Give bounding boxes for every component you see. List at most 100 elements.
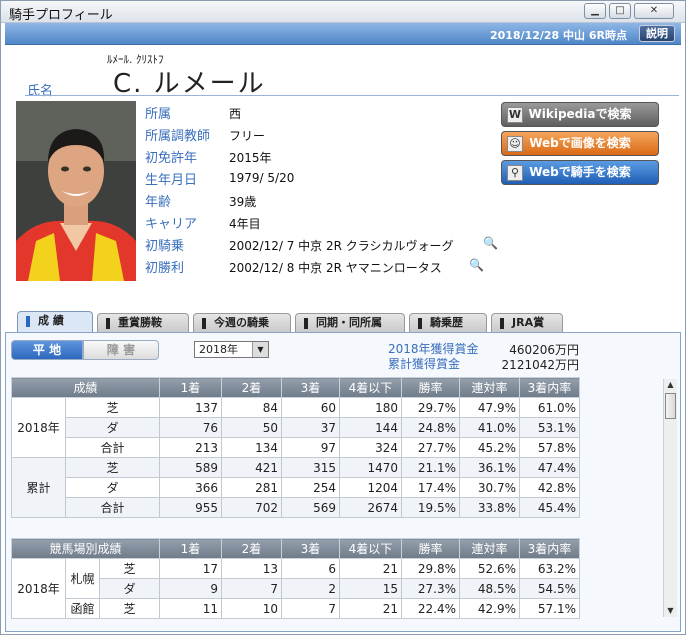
table-cell: 137 xyxy=(159,397,222,418)
table-cell: 9 xyxy=(159,578,222,599)
group-label: 2018年 xyxy=(11,397,66,458)
window-title: 騎手プロフィール xyxy=(9,8,113,23)
table-row: 2018年 芝 137 84 60 180 29.7% 47.9% 61.0% xyxy=(11,397,580,458)
flat-toggle[interactable]: 平 地 xyxy=(11,340,83,360)
col-header: 3着内率 xyxy=(519,538,580,559)
group-label: 累計 xyxy=(11,457,66,518)
table-cell: 芝 xyxy=(99,558,160,579)
col-header: 勝率 xyxy=(401,377,460,398)
jockey-photo xyxy=(16,101,136,281)
col-header: 4着以下 xyxy=(339,538,402,559)
table-row: ダ 76 50 37 144 24.8% 41.0% 53.1% xyxy=(12,417,580,438)
tab-jra-awards[interactable]: JRA賞 xyxy=(491,313,563,333)
info-bar: 2018/12/28 中山 6R時点 説明 xyxy=(5,23,681,45)
image-search-button[interactable]: ☺ Webで画像を検索 xyxy=(501,131,659,156)
tab-this-week-rides[interactable]: 今週の騎乗 xyxy=(193,313,291,333)
tab-bar: 成 績 重賞勝鞍 今週の騎乗 同期・同所属 騎乗歴 JRA賞 xyxy=(11,311,681,333)
maximize-button[interactable]: □ xyxy=(609,3,631,19)
close-button[interactable]: ✕ xyxy=(634,3,674,19)
table-cell: 29.7% xyxy=(401,397,460,418)
table-cell: 42.8% xyxy=(519,477,580,498)
col-header: 2着 xyxy=(221,538,282,559)
table-cell: 421 xyxy=(221,457,282,478)
table-cell: 6 xyxy=(281,558,340,579)
wikipedia-search-button[interactable]: W Wikipediaで検索 xyxy=(501,102,659,127)
wikipedia-icon: W xyxy=(507,107,523,123)
birthdate-value: 1979/ 5/20 xyxy=(229,171,295,185)
person-image-icon: ☺ xyxy=(507,136,523,152)
col-header: 4着以下 xyxy=(339,377,402,398)
table-cell: 21 xyxy=(339,598,402,619)
table-cell: 33.8% xyxy=(459,497,520,518)
table-cell: 芝 xyxy=(65,457,160,478)
table-cell: 11 xyxy=(159,598,222,619)
age-value: 39歳 xyxy=(229,195,257,209)
col-header: 3着内率 xyxy=(519,377,580,398)
first-win-search-icon[interactable]: 🔍 xyxy=(469,258,484,272)
tab-peers[interactable]: 同期・同所属 xyxy=(295,313,405,333)
license-year-label: 初免許年 xyxy=(145,151,198,166)
table-cell: 48.5% xyxy=(459,578,520,599)
trainer-value: フリー xyxy=(229,129,266,143)
vertical-scrollbar[interactable]: ▲ ▼ xyxy=(663,379,677,617)
table-cell: 24.8% xyxy=(401,417,460,438)
year-select-value: 2018年 xyxy=(199,343,238,356)
affiliation-label: 所属 xyxy=(145,107,172,122)
col-header: 3着 xyxy=(281,538,340,559)
table-cell: 2 xyxy=(281,578,340,599)
first-ride-value: 2002/12/ 7 中京 2R クラシカルヴォーグ xyxy=(229,239,454,253)
jockey-web-search-button[interactable]: ⚲ Webで騎手を検索 xyxy=(501,160,659,185)
table-row: 函館 芝 11 10 7 21 22.4% 42.9% 57.1% xyxy=(12,598,580,619)
table-cell: 29.8% xyxy=(401,558,460,579)
name-divider xyxy=(25,95,679,96)
col-header: 連対率 xyxy=(459,538,520,559)
year-select[interactable]: 2018年 ▼ xyxy=(194,341,269,358)
results-header: 成績 xyxy=(11,377,160,398)
minimize-button[interactable]: ▁ xyxy=(584,3,606,19)
table-cell: 22.4% xyxy=(401,598,460,619)
tab-ride-history[interactable]: 騎乗歴 xyxy=(409,313,487,333)
table-cell: 41.0% xyxy=(459,417,520,438)
table-cell: 60 xyxy=(281,397,340,418)
table-cell: 42.9% xyxy=(459,598,520,619)
table-cell: 702 xyxy=(221,497,282,518)
scroll-down-icon[interactable]: ▼ xyxy=(664,605,677,617)
tab-results[interactable]: 成 績 xyxy=(17,311,93,333)
table-row: 累計 芝 589 421 315 1470 21.1% 36.1% 47.4% xyxy=(11,457,580,518)
table-cell: ダ xyxy=(99,578,160,599)
table-cell: 45.2% xyxy=(459,437,520,458)
table-cell: 134 xyxy=(221,437,282,458)
table-cell: 7 xyxy=(221,578,282,599)
table-cell: ダ xyxy=(65,417,160,438)
table-cell: 50 xyxy=(221,417,282,438)
table-cell: 1204 xyxy=(339,477,402,498)
table-row: 合計 213 134 97 324 27.7% 45.2% 57.8% xyxy=(12,437,580,458)
scroll-thumb[interactable] xyxy=(665,393,676,419)
tab-graded-wins[interactable]: 重賞勝鞍 xyxy=(97,313,189,333)
course-label: 札幌 xyxy=(65,558,100,599)
table-cell: 54.5% xyxy=(519,578,580,599)
trainer-label: 所属調教師 xyxy=(145,129,211,144)
table-cell: 37 xyxy=(281,417,340,438)
scroll-up-icon[interactable]: ▲ xyxy=(664,379,677,391)
col-header: 連対率 xyxy=(459,377,520,398)
table-cell: 30.7% xyxy=(459,477,520,498)
col-header: 1着 xyxy=(159,538,222,559)
wikipedia-search-label: Wikipediaで検索 xyxy=(528,107,632,121)
first-ride-label: 初騎乗 xyxy=(145,239,185,254)
table-cell: 281 xyxy=(221,477,282,498)
table-cell: 19.5% xyxy=(401,497,460,518)
explain-button[interactable]: 説明 xyxy=(639,25,675,42)
table-cell: 17 xyxy=(159,558,222,579)
table-cell: 144 xyxy=(339,417,402,438)
magnifier-icon: ⚲ xyxy=(507,165,523,181)
jockey-web-search-label: Webで騎手を検索 xyxy=(529,165,631,179)
jump-toggle[interactable]: 障 害 xyxy=(83,340,159,360)
table-cell: 589 xyxy=(159,457,222,478)
as-of-datetime: 2018/12/28 中山 6R時点 xyxy=(489,29,627,42)
table-cell: 52.6% xyxy=(459,558,520,579)
app-window: 騎手プロフィール ▁ □ ✕ 2018/12/28 中山 6R時点 説明 氏名 … xyxy=(0,0,686,635)
image-search-label: Webで画像を検索 xyxy=(529,136,631,150)
chevron-down-icon[interactable]: ▼ xyxy=(252,342,268,357)
first-ride-search-icon[interactable]: 🔍 xyxy=(483,236,498,250)
